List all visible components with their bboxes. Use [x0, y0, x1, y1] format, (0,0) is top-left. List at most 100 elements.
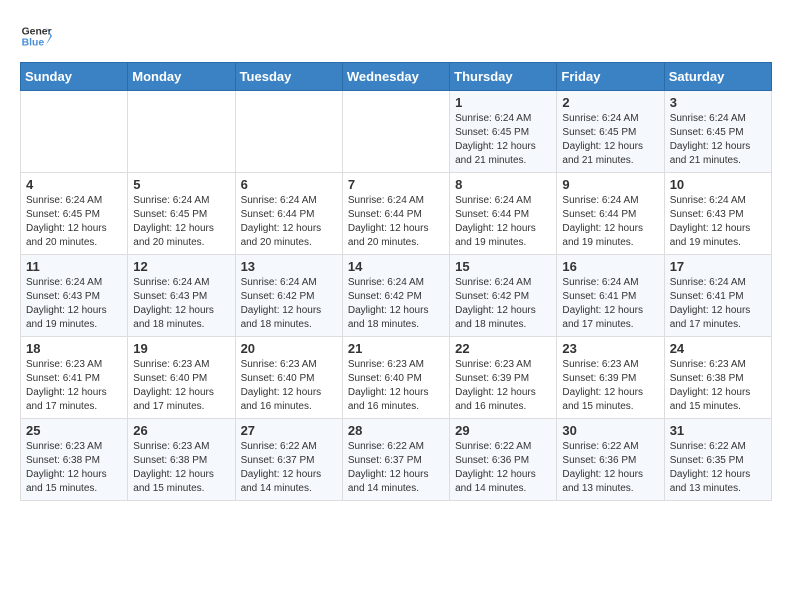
- day-info: Sunrise: 6:24 AM Sunset: 6:45 PM Dayligh…: [562, 112, 658, 168]
- header-thursday: Thursday: [450, 63, 557, 91]
- day-info: Sunrise: 6:24 AM Sunset: 6:41 PM Dayligh…: [562, 276, 658, 332]
- day-number: 21: [348, 341, 444, 356]
- calendar-cell: 19 Sunrise: 6:23 AM Sunset: 6:40 PM Dayli…: [128, 337, 235, 419]
- day-number: 25: [26, 423, 122, 438]
- day-number: 10: [670, 177, 766, 192]
- logo: General Blue: [20, 20, 52, 52]
- calendar-cell: 10 Sunrise: 6:24 AM Sunset: 6:43 PM Dayli…: [664, 173, 771, 255]
- day-info: Sunrise: 6:24 AM Sunset: 6:41 PM Dayligh…: [670, 276, 766, 332]
- day-number: 9: [562, 177, 658, 192]
- day-info: Sunrise: 6:24 AM Sunset: 6:44 PM Dayligh…: [241, 194, 337, 250]
- calendar-table: SundayMondayTuesdayWednesdayThursdayFrid…: [20, 62, 772, 501]
- day-info: Sunrise: 6:23 AM Sunset: 6:40 PM Dayligh…: [348, 358, 444, 414]
- day-info: Sunrise: 6:24 AM Sunset: 6:43 PM Dayligh…: [133, 276, 229, 332]
- calendar-cell: 25Sunrise: 6:23 AM Sunset: 6:38 PM Dayli…: [21, 419, 128, 501]
- calendar-cell: 20Sunrise: 6:23 AM Sunset: 6:40 PM Dayli…: [235, 337, 342, 419]
- day-info: Sunrise: 6:22 AM Sunset: 6:37 PM Dayligh…: [241, 440, 337, 496]
- page-header: General Blue: [20, 20, 772, 52]
- header-tuesday: Tuesday: [235, 63, 342, 91]
- calendar-cell: [235, 91, 342, 173]
- calendar-cell: 4Sunrise: 6:24 AM Sunset: 6:45 PM Daylig…: [21, 173, 128, 255]
- day-info: Sunrise: 6:22 AM Sunset: 6:35 PM Dayligh…: [670, 440, 766, 496]
- day-number: 30: [562, 423, 658, 438]
- day-number: 23: [562, 341, 658, 356]
- day-number: 13: [241, 259, 337, 274]
- header-wednesday: Wednesday: [342, 63, 449, 91]
- header-sunday: Sunday: [21, 63, 128, 91]
- day-number: 5: [133, 177, 229, 192]
- day-info: Sunrise: 6:22 AM Sunset: 6:37 PM Dayligh…: [348, 440, 444, 496]
- day-info: Sunrise: 6:23 AM Sunset: 6:40 PM Dayligh…: [133, 358, 229, 414]
- week-row-1: 4Sunrise: 6:24 AM Sunset: 6:45 PM Daylig…: [21, 173, 772, 255]
- day-info: Sunrise: 6:23 AM Sunset: 6:41 PM Dayligh…: [26, 358, 122, 414]
- day-number: 31: [670, 423, 766, 438]
- day-info: Sunrise: 6:23 AM Sunset: 6:38 PM Dayligh…: [133, 440, 229, 496]
- calendar-cell: 15 Sunrise: 6:24 AM Sunset: 6:42 PM Dayli…: [450, 255, 557, 337]
- calendar-cell: 22 Sunrise: 6:23 AM Sunset: 6:39 PM Dayli…: [450, 337, 557, 419]
- calendar-cell: 12 Sunrise: 6:24 AM Sunset: 6:43 PM Dayli…: [128, 255, 235, 337]
- day-number: 19: [133, 341, 229, 356]
- calendar-cell: 30 Sunrise: 6:22 AM Sunset: 6:36 PM Dayli…: [557, 419, 664, 501]
- day-number: 1: [455, 95, 551, 110]
- day-info: Sunrise: 6:24 AM Sunset: 6:44 PM Dayligh…: [562, 194, 658, 250]
- day-info: Sunrise: 6:24 AM Sunset: 6:45 PM Dayligh…: [455, 112, 551, 168]
- calendar-cell: 18Sunrise: 6:23 AM Sunset: 6:41 PM Dayli…: [21, 337, 128, 419]
- day-info: Sunrise: 6:23 AM Sunset: 6:38 PM Dayligh…: [670, 358, 766, 414]
- calendar-cell: 14 Sunrise: 6:24 AM Sunset: 6:42 PM Dayli…: [342, 255, 449, 337]
- day-number: 15: [455, 259, 551, 274]
- calendar-cell: 16 Sunrise: 6:24 AM Sunset: 6:41 PM Dayli…: [557, 255, 664, 337]
- day-info: Sunrise: 6:24 AM Sunset: 6:42 PM Dayligh…: [455, 276, 551, 332]
- day-info: Sunrise: 6:24 AM Sunset: 6:44 PM Dayligh…: [455, 194, 551, 250]
- calendar-cell: [128, 91, 235, 173]
- day-info: Sunrise: 6:24 AM Sunset: 6:45 PM Dayligh…: [670, 112, 766, 168]
- svg-text:General: General: [22, 26, 52, 37]
- day-number: 8: [455, 177, 551, 192]
- day-info: Sunrise: 6:24 AM Sunset: 6:45 PM Dayligh…: [133, 194, 229, 250]
- day-number: 29: [455, 423, 551, 438]
- day-number: 22: [455, 341, 551, 356]
- calendar-cell: 2 Sunrise: 6:24 AM Sunset: 6:45 PM Daylig…: [557, 91, 664, 173]
- calendar-cell: 8 Sunrise: 6:24 AM Sunset: 6:44 PM Daylig…: [450, 173, 557, 255]
- day-info: Sunrise: 6:24 AM Sunset: 6:42 PM Dayligh…: [348, 276, 444, 332]
- calendar-cell: 26 Sunrise: 6:23 AM Sunset: 6:38 PM Dayli…: [128, 419, 235, 501]
- day-number: 6: [241, 177, 337, 192]
- calendar-cell: [342, 91, 449, 173]
- day-number: 3: [670, 95, 766, 110]
- day-number: 16: [562, 259, 658, 274]
- day-number: 28: [348, 423, 444, 438]
- day-info: Sunrise: 6:23 AM Sunset: 6:39 PM Dayligh…: [455, 358, 551, 414]
- header-friday: Friday: [557, 63, 664, 91]
- calendar-cell: [21, 91, 128, 173]
- day-info: Sunrise: 6:24 AM Sunset: 6:44 PM Dayligh…: [348, 194, 444, 250]
- logo-icon: General Blue: [20, 20, 52, 52]
- week-row-4: 25 Sunrise: 6:23 AM Sunset: 6:38 PM Dayli…: [21, 419, 772, 501]
- calendar-cell: 17 Sunrise: 6:24 AM Sunset: 6:41 PM Dayli…: [664, 255, 771, 337]
- day-info: Sunrise: 6:22 AM Sunset: 6:36 PM Dayligh…: [455, 440, 551, 496]
- day-number: 14: [348, 259, 444, 274]
- day-info: Sunrise: 6:23 AM Sunset: 6:39 PM Dayligh…: [562, 358, 658, 414]
- calendar-cell: 24Sunrise: 6:23 AM Sunset: 6:38 PM Dayli…: [664, 337, 771, 419]
- day-info: Sunrise: 6:24 AM Sunset: 6:45 PM Dayligh…: [26, 194, 122, 250]
- day-number: 26: [133, 423, 229, 438]
- svg-text:Blue: Blue: [22, 38, 45, 49]
- day-info: Sunrise: 6:24 AM Sunset: 6:43 PM Dayligh…: [26, 276, 122, 332]
- day-number: 2: [562, 95, 658, 110]
- day-info: Sunrise: 6:22 AM Sunset: 6:36 PM Dayligh…: [562, 440, 658, 496]
- calendar-cell: 28 Sunrise: 6:22 AM Sunset: 6:37 PM Dayli…: [342, 419, 449, 501]
- day-number: 7: [348, 177, 444, 192]
- calendar-cell: 1 Sunrise: 6:24 AM Sunset: 6:45 PM Daylig…: [450, 91, 557, 173]
- week-row-3: 18Sunrise: 6:23 AM Sunset: 6:41 PM Dayli…: [21, 337, 772, 419]
- day-info: Sunrise: 6:24 AM Sunset: 6:43 PM Dayligh…: [670, 194, 766, 250]
- calendar-cell: 3 Sunrise: 6:24 AM Sunset: 6:45 PM Daylig…: [664, 91, 771, 173]
- day-number: 17: [670, 259, 766, 274]
- calendar-cell: 5 Sunrise: 6:24 AM Sunset: 6:45 PM Daylig…: [128, 173, 235, 255]
- day-info: Sunrise: 6:24 AM Sunset: 6:42 PM Dayligh…: [241, 276, 337, 332]
- header-saturday: Saturday: [664, 63, 771, 91]
- calendar-header-row: SundayMondayTuesdayWednesdayThursdayFrid…: [21, 63, 772, 91]
- calendar-cell: 6 Sunrise: 6:24 AM Sunset: 6:44 PM Daylig…: [235, 173, 342, 255]
- calendar-cell: 9 Sunrise: 6:24 AM Sunset: 6:44 PM Daylig…: [557, 173, 664, 255]
- header-monday: Monday: [128, 63, 235, 91]
- calendar-cell: 13 Sunrise: 6:24 AM Sunset: 6:42 PM Dayli…: [235, 255, 342, 337]
- day-number: 27: [241, 423, 337, 438]
- day-number: 12: [133, 259, 229, 274]
